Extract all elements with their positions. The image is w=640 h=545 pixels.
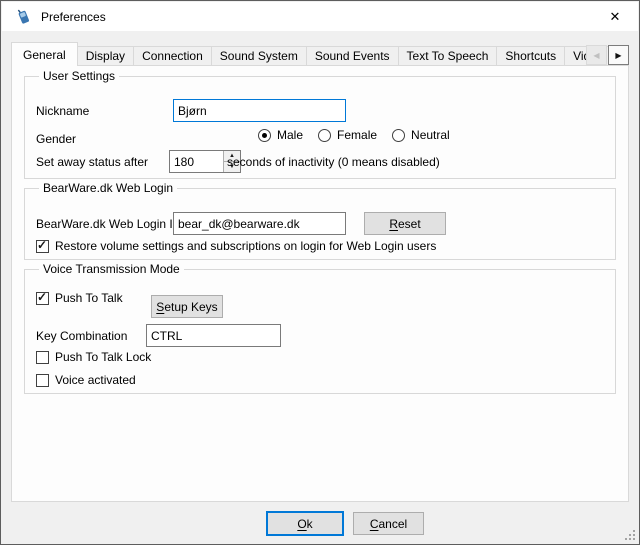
web-login-id-input[interactable] bbox=[173, 212, 346, 235]
restore-volume-checkbox[interactable]: ✓ Restore volume settings and subscripti… bbox=[36, 239, 436, 253]
preferences-tabbar: General Display Connection Sound System … bbox=[11, 42, 629, 66]
group-title: Voice Transmission Mode bbox=[39, 262, 184, 277]
group-voice-transmission: Voice Transmission Mode ✓ Push To Talk S… bbox=[24, 269, 616, 394]
checkbox-unchecked-icon bbox=[36, 374, 49, 387]
button-accel: O bbox=[297, 517, 306, 531]
button-label: k bbox=[307, 517, 313, 531]
setup-keys-button[interactable]: Setup Keys bbox=[151, 295, 223, 318]
tab-text-to-speech[interactable]: Text To Speech bbox=[398, 46, 498, 65]
window-title: Preferences bbox=[41, 10, 106, 24]
push-to-talk-lock-checkbox[interactable]: Push To Talk Lock bbox=[36, 350, 151, 364]
tab-general[interactable]: General bbox=[11, 42, 78, 66]
radio-icon bbox=[318, 129, 331, 142]
web-login-id-label: BearWare.dk Web Login ID bbox=[36, 216, 181, 232]
key-combination-input[interactable] bbox=[146, 324, 281, 347]
tab-scroll-right-icon[interactable]: ▶ bbox=[608, 45, 629, 65]
check-icon: ✓ bbox=[37, 290, 47, 304]
key-combination-label: Key Combination bbox=[36, 328, 127, 344]
radio-icon bbox=[392, 129, 405, 142]
push-to-talk-checkbox[interactable]: ✓ Push To Talk bbox=[36, 291, 123, 305]
close-icon[interactable]: ✕ bbox=[592, 2, 638, 31]
group-title: User Settings bbox=[39, 69, 119, 84]
checkbox-label: Voice activated bbox=[55, 373, 136, 387]
voice-activated-checkbox[interactable]: Voice activated bbox=[36, 373, 136, 387]
group-user-settings: User Settings Nickname Gender Male Femal… bbox=[24, 76, 616, 179]
tab-label: Shortcuts bbox=[505, 49, 556, 63]
checkbox-label: Restore volume settings and subscription… bbox=[55, 239, 436, 253]
general-tab-page: User Settings Nickname Gender Male Femal… bbox=[11, 65, 629, 502]
tab-scroll-left-icon: ◀ bbox=[586, 45, 607, 65]
ok-button[interactable]: Ok bbox=[266, 511, 344, 536]
nickname-label: Nickname bbox=[36, 103, 89, 119]
tab-label: Sound Events bbox=[315, 49, 390, 63]
gender-label: Gender bbox=[36, 131, 76, 147]
check-icon: ✓ bbox=[37, 238, 47, 252]
tab-connection[interactable]: Connection bbox=[133, 46, 212, 65]
nickname-input[interactable] bbox=[173, 99, 346, 122]
checkbox-checked-icon: ✓ bbox=[36, 292, 49, 305]
tab-sound-events[interactable]: Sound Events bbox=[306, 46, 399, 65]
titlebar[interactable]: Preferences ✕ bbox=[2, 2, 638, 31]
tab-label: General bbox=[23, 48, 66, 62]
tab-shortcuts[interactable]: Shortcuts bbox=[496, 46, 565, 65]
tab-label: Text To Speech bbox=[407, 49, 489, 63]
tab-label: Sound System bbox=[220, 49, 298, 63]
tab-scrollers: ◀ ▶ bbox=[586, 45, 629, 65]
radio-label: Neutral bbox=[411, 128, 450, 142]
tab-sound-system[interactable]: Sound System bbox=[211, 46, 307, 65]
group-title: BearWare.dk Web Login bbox=[39, 181, 177, 196]
away-status-suffix: seconds of inactivity (0 means disabled) bbox=[227, 154, 440, 170]
button-accel: R bbox=[389, 217, 398, 231]
button-label: etup Keys bbox=[164, 300, 217, 314]
away-seconds-input[interactable] bbox=[170, 151, 223, 172]
cancel-button[interactable]: Cancel bbox=[353, 512, 424, 535]
away-status-label: Set away status after bbox=[36, 154, 148, 170]
button-label: ancel bbox=[378, 517, 407, 531]
gender-radio-male[interactable]: Male bbox=[258, 128, 303, 142]
teamtalk-logo-icon bbox=[15, 8, 32, 25]
gender-radio-female[interactable]: Female bbox=[318, 128, 377, 142]
radio-selected-icon bbox=[258, 129, 271, 142]
checkbox-checked-icon: ✓ bbox=[36, 240, 49, 253]
preferences-dialog: Preferences ✕ General Display Connection… bbox=[0, 0, 640, 545]
checkbox-unchecked-icon bbox=[36, 351, 49, 364]
checkbox-label: Push To Talk Lock bbox=[55, 350, 151, 364]
button-label: eset bbox=[398, 217, 421, 231]
tab-label: Connection bbox=[142, 49, 203, 63]
reset-button[interactable]: Reset bbox=[364, 212, 446, 235]
checkbox-label: Push To Talk bbox=[55, 291, 123, 305]
gender-radio-group: Male Female Neutral bbox=[258, 128, 450, 142]
tab-label: Display bbox=[86, 49, 125, 63]
group-web-login: BearWare.dk Web Login BearWare.dk Web Lo… bbox=[24, 188, 616, 260]
radio-label: Female bbox=[337, 128, 377, 142]
gender-radio-neutral[interactable]: Neutral bbox=[392, 128, 450, 142]
resize-grip[interactable] bbox=[624, 529, 635, 540]
tab-display[interactable]: Display bbox=[77, 46, 134, 65]
radio-label: Male bbox=[277, 128, 303, 142]
